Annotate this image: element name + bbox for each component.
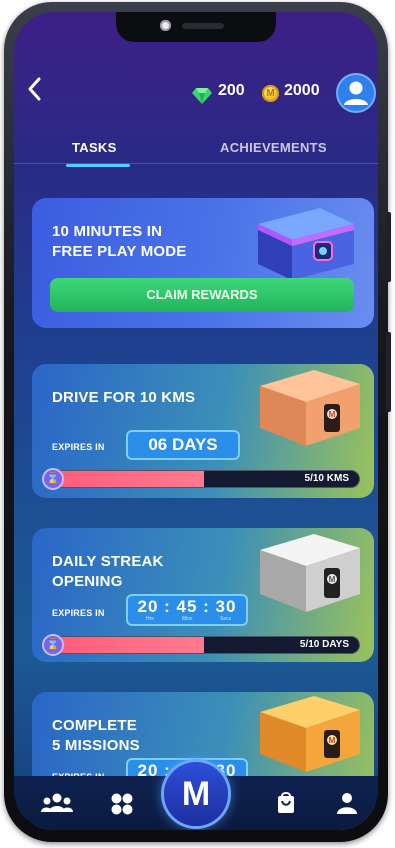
task-title-line2: OPENING (52, 573, 123, 590)
task-title-line2: FREE PLAY MODE (52, 243, 187, 260)
task-title-line2: 5 MISSIONS (52, 737, 140, 754)
timer-unit-minutes: Mins (182, 616, 193, 622)
tab-divider (14, 163, 378, 164)
home-logo-button[interactable]: M (164, 762, 228, 826)
progress-text: 5/10 DAYS (299, 639, 349, 650)
front-camera (160, 20, 171, 31)
svg-text:M: M (329, 575, 336, 584)
tab-tasks[interactable]: TASKS (72, 140, 117, 155)
nav-profile[interactable] (336, 792, 358, 820)
phone-frame: 200 M 2000 TASKS ACHIEVEMENTS 10 MINUTES… (4, 2, 391, 842)
task-title-line1: 10 MINUTES IN (52, 223, 163, 240)
task-title: DAILY STREAK OPENING (52, 552, 164, 592)
earpiece-speaker (182, 23, 224, 29)
task-card-daily-streak: DAILY STREAK OPENING M EXPIRES IN 20 : 4… (32, 528, 374, 662)
task-card-drive: DRIVE FOR 10 KMS M EXPIRES IN 06 DAYS 5/… (32, 364, 374, 498)
chevron-left-icon (28, 77, 41, 101)
notch (116, 12, 276, 42)
svg-text:M: M (329, 736, 336, 745)
timer-digits: 20 : 45 : 30 (137, 597, 237, 616)
task-title: COMPLETE 5 MISSIONS (52, 716, 140, 756)
task-title: 10 MINUTES IN FREE PLAY MODE (52, 222, 187, 262)
claim-rewards-button[interactable]: CLAIM REWARDS (50, 278, 354, 312)
countdown-timer: 20 : 45 : 30 Hrs Mins Secs (126, 594, 248, 626)
timer-unit-hours: Hrs (146, 616, 154, 622)
profile-icon (337, 793, 357, 814)
expires-label: EXPIRES IN (52, 608, 105, 618)
app-screen: 200 M 2000 TASKS ACHIEVEMENTS 10 MINUTES… (14, 12, 378, 830)
expires-label: EXPIRES IN (52, 442, 105, 452)
power-button (386, 212, 391, 282)
games-icon (111, 793, 133, 815)
progress-bar: 5/10 DAYS (48, 636, 360, 654)
task-card-free-play: 10 MINUTES IN FREE PLAY MODE CLAIM REWAR… (32, 198, 374, 328)
nav-games[interactable] (110, 792, 134, 822)
gem-balance: 200 (218, 82, 245, 99)
expiry-days-badge: 06 DAYS (126, 430, 240, 460)
orange-chest-icon: M (260, 370, 360, 446)
coin-icon: M (262, 85, 279, 102)
progress-bar: 5/10 KMS (48, 470, 360, 488)
orange-chest-icon: M (260, 696, 360, 772)
svg-text:M: M (329, 410, 336, 419)
progress-bar-fill (49, 637, 204, 653)
tab-achievements[interactable]: ACHIEVEMENTS (220, 140, 327, 155)
hourglass-icon: ⌛ (42, 634, 64, 656)
store-icon (278, 792, 294, 813)
nav-community[interactable] (40, 792, 74, 820)
progress-text: 5/10 KMS (304, 473, 349, 484)
gem-icon (192, 88, 212, 104)
hourglass-icon: ⌛ (42, 468, 64, 490)
community-icon (41, 793, 73, 812)
tab-bar: TASKS ACHIEVEMENTS (14, 140, 378, 170)
blue-chest-icon (258, 208, 354, 280)
timer-unit-seconds: Secs (220, 616, 232, 622)
back-button[interactable] (22, 76, 48, 106)
task-title-line1: COMPLETE (52, 717, 137, 734)
volume-button (386, 332, 391, 412)
nav-store[interactable] (276, 792, 296, 820)
profile-avatar-button[interactable] (336, 73, 376, 113)
progress-bar-fill (49, 471, 204, 487)
user-icon (344, 81, 368, 105)
active-tab-indicator (66, 164, 130, 167)
top-bar: 200 M 2000 (14, 70, 378, 120)
task-title: DRIVE FOR 10 KMS (52, 388, 195, 408)
task-title-line1: DAILY STREAK (52, 553, 164, 570)
task-title-line1: DRIVE FOR 10 KMS (52, 389, 196, 406)
coin-balance: 2000 (284, 82, 320, 99)
silver-chest-icon: M (260, 534, 360, 612)
